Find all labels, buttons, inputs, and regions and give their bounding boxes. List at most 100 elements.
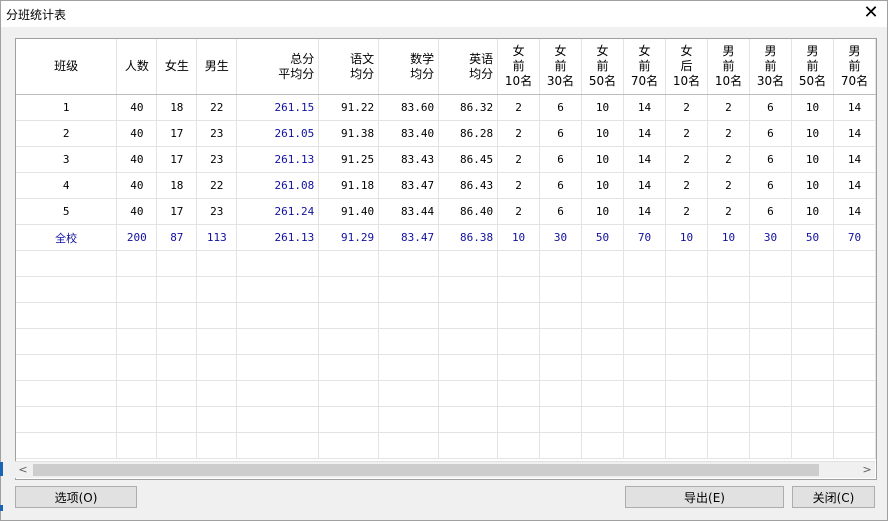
empty-cell: [833, 354, 876, 381]
column-header[interactable]: 女 前 50名: [581, 39, 625, 95]
column-header[interactable]: 总分 平均分: [236, 39, 320, 95]
empty-cell: [378, 302, 440, 329]
column-header[interactable]: 男 前 50名: [791, 39, 834, 95]
table-cell: 40: [116, 146, 158, 173]
stats-table: 班级 人数 女生 男生 总分 平均分 语文 均分 数学 均分 英语 均分女 前 10名女 前 …: [16, 39, 876, 459]
empty-cell: [707, 302, 750, 329]
table-row[interactable]: 4 40 18 22 261.08 91.18 83.47 86.43 2 6 10 14 2 2 6 10 1…: [16, 172, 876, 199]
table-cell: 30: [749, 224, 792, 251]
table-row[interactable]: 5 40 17 23 261.24 91.40 83.44 86.40 2 6 10 14 2 2 6 10 1…: [16, 198, 876, 225]
empty-cell: [196, 328, 238, 355]
table-row[interactable]: 2 40 17 23 261.05 91.38 83.40 86.28 2 6 10 14 2 2 6 10 1…: [16, 120, 876, 147]
column-header[interactable]: 女 后 10名: [665, 39, 708, 95]
table-cell: 10: [581, 94, 625, 121]
empty-cell: [497, 276, 541, 303]
column-header[interactable]: 女 前 70名: [623, 39, 667, 95]
table-cell: 40: [116, 94, 158, 121]
table-cell: 14: [833, 120, 876, 147]
table-cell: 87: [156, 224, 198, 251]
empty-cell: [665, 302, 708, 329]
table-row[interactable]: 3 40 17 23 261.13 91.25 83.43 86.45 2 6 10 14 2 2 6 10 1…: [16, 146, 876, 173]
table-cell: 14: [623, 146, 667, 173]
column-header[interactable]: 人数: [116, 39, 158, 95]
empty-cell: [378, 354, 440, 381]
table-cell: 14: [833, 94, 876, 121]
empty-cell: [196, 276, 238, 303]
empty-cell: [623, 250, 667, 277]
total-row[interactable]: 全校 200 87 113 261.13 91.29 83.47 86.38 10 30 50 70 1…: [16, 224, 876, 251]
table-cell: 50: [791, 224, 834, 251]
empty-cell: [156, 380, 198, 407]
empty-cell: [16, 432, 118, 459]
empty-cell: [497, 354, 541, 381]
empty-cell: [156, 250, 198, 277]
column-header[interactable]: 语文 均分: [318, 39, 380, 95]
column-header[interactable]: 女生: [156, 39, 198, 95]
column-header[interactable]: 男 前 30名: [749, 39, 792, 95]
empty-cell: [16, 354, 118, 381]
empty-cell: [16, 250, 118, 277]
column-header[interactable]: 数学 均分: [378, 39, 440, 95]
table-row[interactable]: 1 40 18 22 261.15 91.22 83.60 86.32 2 6 10 14 2 2 6 10 1…: [16, 94, 876, 121]
close-button[interactable]: 关闭(C): [792, 486, 875, 508]
table-cell: 23: [196, 120, 238, 147]
empty-row: [16, 406, 876, 433]
empty-cell: [539, 250, 583, 277]
empty-cell: [833, 432, 876, 459]
empty-row: [16, 250, 876, 277]
table-cell: 10: [581, 146, 625, 173]
table-cell: 2: [16, 120, 118, 147]
table-cell: 200: [116, 224, 158, 251]
column-header[interactable]: 英语 均分: [438, 39, 499, 95]
table-cell: 2: [665, 120, 708, 147]
empty-cell: [833, 406, 876, 433]
empty-cell: [196, 302, 238, 329]
table-cell: 2: [665, 94, 708, 121]
table-cell: 23: [196, 146, 238, 173]
column-header[interactable]: 女 前 10名: [497, 39, 541, 95]
empty-cell: [236, 328, 320, 355]
table-cell: 91.38: [318, 120, 380, 147]
scroll-right-icon[interactable]: >: [859, 462, 875, 478]
empty-cell: [791, 380, 834, 407]
table-cell: 2: [497, 146, 541, 173]
column-header[interactable]: 男 前 10名: [707, 39, 750, 95]
table-cell: 83.43: [378, 146, 440, 173]
export-button[interactable]: 导出(E): [625, 486, 784, 508]
empty-cell: [497, 250, 541, 277]
table-cell: 2: [707, 198, 750, 225]
empty-cell: [156, 302, 198, 329]
table-cell: 6: [539, 120, 583, 147]
options-button[interactable]: 选项(O): [15, 486, 137, 508]
empty-cell: [497, 302, 541, 329]
table-cell: 14: [623, 94, 667, 121]
horizontal-scrollbar[interactable]: < >: [15, 461, 875, 478]
empty-cell: [791, 432, 834, 459]
column-header[interactable]: 女 前 30名: [539, 39, 583, 95]
column-header[interactable]: 班级: [16, 39, 118, 95]
table-cell: 10: [791, 198, 834, 225]
column-header[interactable]: 男生: [196, 39, 238, 95]
empty-cell: [116, 276, 158, 303]
empty-cell: [156, 354, 198, 381]
empty-cell: [581, 432, 625, 459]
empty-cell: [539, 276, 583, 303]
table-cell: 2: [707, 146, 750, 173]
empty-cell: [196, 432, 238, 459]
empty-row: [16, 302, 876, 329]
table-cell: 113: [196, 224, 238, 251]
column-header[interactable]: 男 前 70名: [833, 39, 876, 95]
scroll-left-icon[interactable]: <: [15, 462, 31, 478]
table-cell: 261.13: [236, 146, 320, 173]
table-cell: 6: [749, 146, 792, 173]
table-cell: 6: [749, 94, 792, 121]
empty-cell: [623, 406, 667, 433]
empty-cell: [623, 276, 667, 303]
close-icon[interactable]: ✕: [861, 4, 881, 24]
scrollbar-thumb[interactable]: [33, 464, 819, 476]
empty-cell: [665, 406, 708, 433]
empty-cell: [623, 302, 667, 329]
table-cell: 10: [791, 172, 834, 199]
empty-cell: [707, 432, 750, 459]
table-cell: 261.08: [236, 172, 320, 199]
